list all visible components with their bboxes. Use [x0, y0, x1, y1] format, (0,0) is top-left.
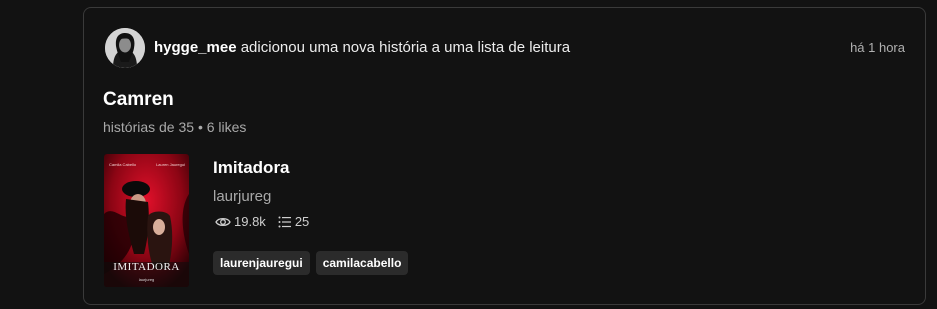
- cover-title-text: IMITADORA: [113, 261, 180, 273]
- story-author[interactable]: laurjureg: [213, 188, 271, 205]
- tag-laurenjauregui[interactable]: laurenjauregui: [213, 251, 310, 275]
- tag-list: laurenjauregui camilacabello: [213, 251, 414, 275]
- cover-bottom-text: laurjureg: [138, 277, 155, 282]
- reading-list-title[interactable]: Camren: [103, 89, 174, 111]
- eye-icon: [215, 217, 231, 226]
- activity-text: hygge_mee adicionou uma nova história a …: [154, 39, 570, 57]
- cover-top-left-text: Camila Cabello: [109, 162, 137, 167]
- avatar-image: [105, 28, 145, 68]
- tag-camilacabello[interactable]: camilacabello: [315, 251, 409, 275]
- cover-top-right-text: Lauren Jauregui: [156, 162, 185, 167]
- parts-stat: 25: [278, 214, 309, 229]
- activity-card: hygge_mee adicionou uma nova história a …: [83, 7, 926, 305]
- activity-description: adicionou uma nova história a uma lista …: [236, 39, 571, 56]
- story-stats: 19.8k 25: [215, 214, 321, 229]
- story-title[interactable]: Imitadora: [213, 158, 290, 178]
- story-cover[interactable]: Camila Cabello Lauren Jauregui IMITADORA…: [104, 154, 189, 287]
- list-icon: [278, 216, 291, 227]
- reads-stat: 19.8k: [215, 214, 266, 229]
- timestamp: há 1 hora: [850, 40, 905, 55]
- username-link[interactable]: hygge_mee: [154, 39, 237, 56]
- reads-count: 19.8k: [234, 214, 266, 229]
- parts-count: 25: [294, 214, 310, 229]
- avatar[interactable]: [105, 28, 145, 68]
- reading-list-meta: histórias de 35 • 6 likes: [103, 119, 247, 135]
